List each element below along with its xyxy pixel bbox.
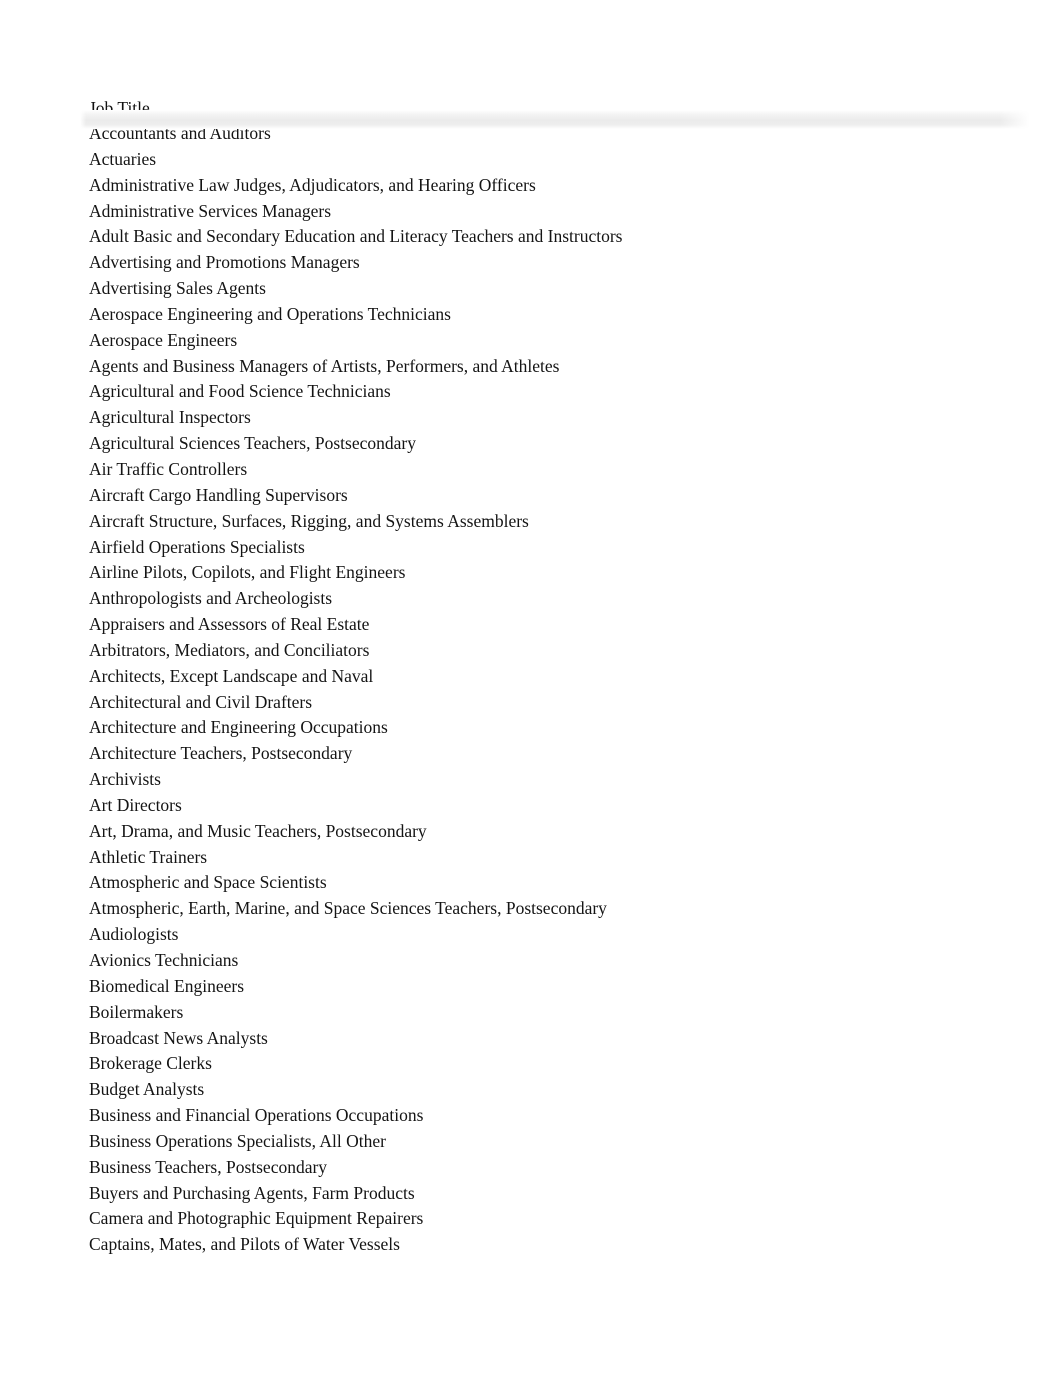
table-row[interactable]: Biomedical Engineers xyxy=(89,974,1029,1000)
table-row[interactable]: Aircraft Cargo Handling Supervisors xyxy=(89,483,1029,509)
column-header-job-title[interactable]: Job Title xyxy=(89,95,1029,121)
table-row[interactable]: Airfield Operations Specialists xyxy=(89,535,1029,561)
table-row[interactable]: Architecture and Engineering Occupations xyxy=(89,715,1029,741)
table-row[interactable]: Business Operations Specialists, All Oth… xyxy=(89,1129,1029,1155)
table-row[interactable]: Agricultural and Food Science Technician… xyxy=(89,379,1029,405)
table-row[interactable]: Adult Basic and Secondary Education and … xyxy=(89,224,1029,250)
job-title-column: Job Title Accountants and Auditors Actuar… xyxy=(89,95,1029,1258)
table-row[interactable]: Captains, Mates, and Pilots of Water Ves… xyxy=(89,1232,1029,1258)
table-row[interactable]: Air Traffic Controllers xyxy=(89,457,1029,483)
table-row[interactable]: Anthropologists and Archeologists xyxy=(89,586,1029,612)
table-row[interactable]: Business Teachers, Postsecondary xyxy=(89,1155,1029,1181)
table-row[interactable]: Advertising and Promotions Managers xyxy=(89,250,1029,276)
spreadsheet-sheet: Job Title Accountants and Auditors Actuar… xyxy=(0,0,1062,1377)
table-row[interactable]: Aerospace Engineering and Operations Tec… xyxy=(89,302,1029,328)
table-row[interactable]: Art Directors xyxy=(89,793,1029,819)
table-row[interactable]: Athletic Trainers xyxy=(89,845,1029,871)
table-row[interactable]: Appraisers and Assessors of Real Estate xyxy=(89,612,1029,638)
table-row[interactable]: Boilermakers xyxy=(89,1000,1029,1026)
table-row[interactable]: Atmospheric, Earth, Marine, and Space Sc… xyxy=(89,896,1029,922)
table-row[interactable]: Avionics Technicians xyxy=(89,948,1029,974)
table-row[interactable]: Broadcast News Analysts xyxy=(89,1026,1029,1052)
table-row[interactable]: Camera and Photographic Equipment Repair… xyxy=(89,1206,1029,1232)
table-row[interactable]: Business and Financial Operations Occupa… xyxy=(89,1103,1029,1129)
table-row[interactable]: Airline Pilots, Copilots, and Flight Eng… xyxy=(89,560,1029,586)
table-row[interactable]: Audiologists xyxy=(89,922,1029,948)
table-row[interactable]: Arbitrators, Mediators, and Conciliators xyxy=(89,638,1029,664)
job-title-row-list: Accountants and Auditors Actuaries Adminis… xyxy=(89,121,1029,1258)
table-row[interactable]: Brokerage Clerks xyxy=(89,1051,1029,1077)
table-row[interactable]: Accountants and Auditors xyxy=(89,121,1029,147)
table-row[interactable]: Actuaries xyxy=(89,147,1029,173)
table-row[interactable]: Budget Analysts xyxy=(89,1077,1029,1103)
table-row[interactable]: Agents and Business Managers of Artists,… xyxy=(89,354,1029,380)
table-row[interactable]: Architecture Teachers, Postsecondary xyxy=(89,741,1029,767)
table-row[interactable]: Architectural and Civil Drafters xyxy=(89,690,1029,716)
table-row[interactable]: Advertising Sales Agents xyxy=(89,276,1029,302)
table-row[interactable]: Agricultural Sciences Teachers, Postseco… xyxy=(89,431,1029,457)
table-row[interactable]: Art, Drama, and Music Teachers, Postseco… xyxy=(89,819,1029,845)
table-row[interactable]: Buyers and Purchasing Agents, Farm Produ… xyxy=(89,1181,1029,1207)
table-row[interactable]: Aerospace Engineers xyxy=(89,328,1029,354)
table-row[interactable]: Aircraft Structure, Surfaces, Rigging, a… xyxy=(89,509,1029,535)
table-row[interactable]: Architects, Except Landscape and Naval xyxy=(89,664,1029,690)
table-row[interactable]: Archivists xyxy=(89,767,1029,793)
table-row[interactable]: Atmospheric and Space Scientists xyxy=(89,870,1029,896)
table-row[interactable]: Administrative Services Managers xyxy=(89,199,1029,225)
table-row[interactable]: Administrative Law Judges, Adjudicators,… xyxy=(89,173,1029,199)
table-row[interactable]: Agricultural Inspectors xyxy=(89,405,1029,431)
